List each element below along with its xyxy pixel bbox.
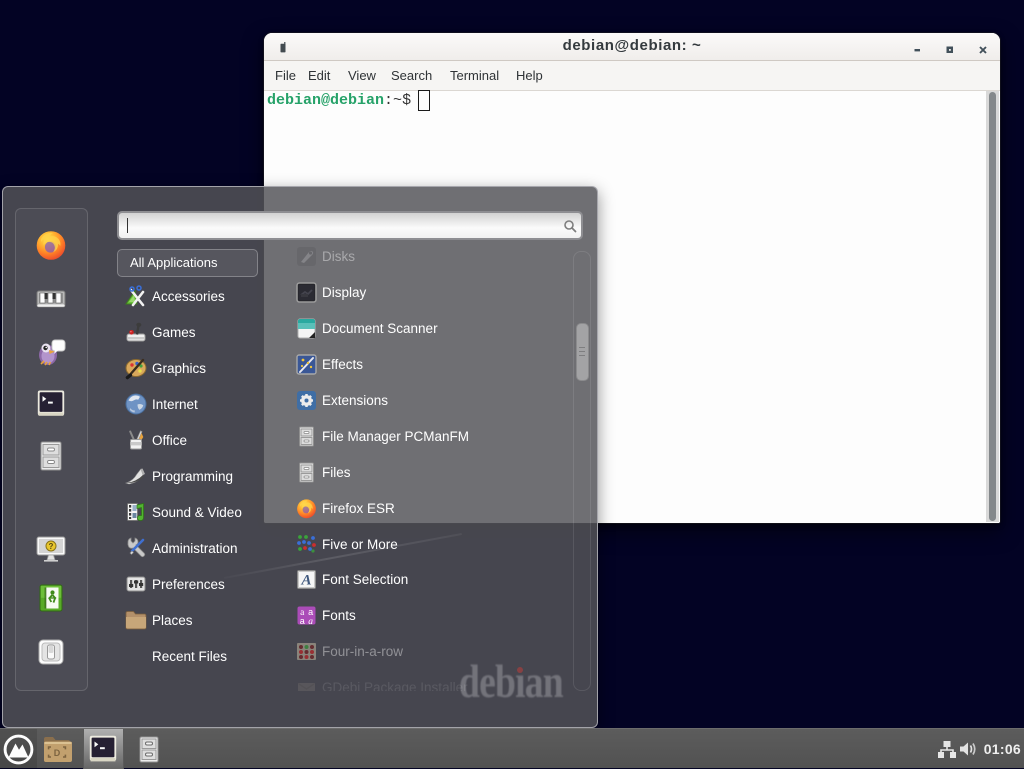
svg-text:D: D (54, 748, 61, 758)
svg-text:a: a (300, 616, 305, 626)
svg-text:A: A (300, 572, 311, 588)
svg-text:?: ? (49, 542, 54, 551)
svg-text:a: a (308, 607, 313, 617)
svg-text:a: a (308, 617, 313, 626)
